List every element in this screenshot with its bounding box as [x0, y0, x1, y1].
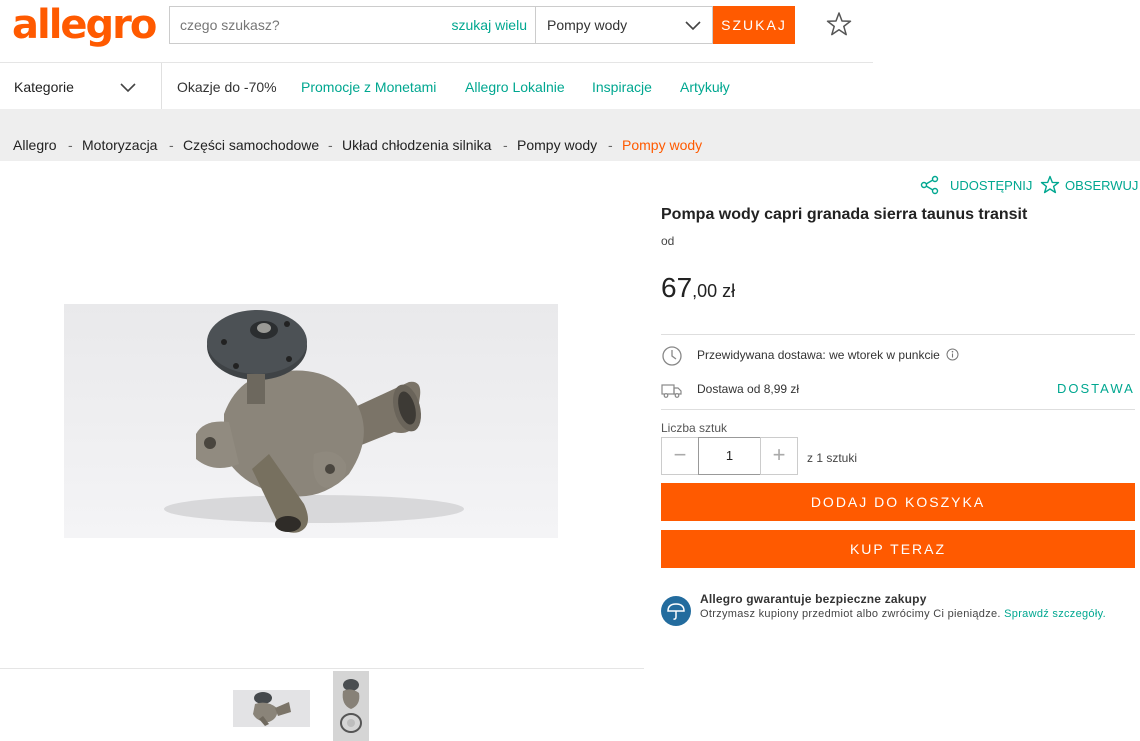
top-bar: allegro czego szukasz? szukaj wielu Pomp… [0, 0, 873, 62]
umbrella-icon [661, 596, 691, 626]
chevron-down-icon [120, 83, 136, 93]
breadcrumb-separator: - [328, 137, 333, 153]
quantity-input[interactable]: 1 [698, 437, 761, 475]
divider [661, 409, 1135, 410]
nav-link-artykuly[interactable]: Artykuły [680, 79, 730, 95]
price-fraction: ,00 zł [692, 281, 736, 301]
breadcrumb-item[interactable]: Allegro [13, 137, 57, 153]
chevron-down-icon [685, 21, 701, 31]
breadcrumb-separator: - [608, 137, 613, 153]
category-select[interactable]: Pompy wody [535, 6, 713, 44]
nav-link-promocje[interactable]: Promocje z Monetami [301, 79, 436, 95]
breadcrumb-item[interactable]: Motoryzacja [82, 137, 157, 153]
guarantee-details-link[interactable]: Sprawdź szczegóły. [1004, 608, 1106, 620]
water-pump-image [164, 310, 464, 533]
breadcrumb-item[interactable]: Układ chłodzenia silnika [342, 137, 491, 153]
allegro-logo[interactable]: allegro [12, 2, 157, 48]
nav-link-inspiracje[interactable]: Inspiracje [592, 79, 652, 95]
product-price: 67,00 zł [661, 272, 735, 304]
search-button[interactable]: SZUKAJ [713, 6, 795, 44]
watch-label: OBSERWUJ [1065, 178, 1139, 193]
quantity-available: z 1 sztuki [807, 451, 858, 465]
water-pump-thumbnail-image [253, 692, 291, 726]
delivery-estimate-label: Przewidywana dostawa: we wtorek w punkci… [697, 348, 940, 362]
product-thumbnail[interactable] [233, 690, 310, 727]
price-main: 67 [661, 272, 693, 303]
breadcrumb-separator: - [169, 137, 174, 153]
delivery-cost-text: Dostawa od 8,99 zł [697, 382, 800, 396]
quantity-increment-button[interactable]: + [760, 437, 798, 475]
add-to-cart-button[interactable]: DODAJ DO KOSZYKA [661, 483, 1135, 521]
search-input[interactable]: czego szukasz? [180, 17, 280, 33]
buy-now-button[interactable]: KUP TERAZ [661, 530, 1135, 568]
category-nav: Kategorie Okazje do -70% Promocje z Mone… [0, 62, 873, 110]
guarantee-description: Otrzymasz kupiony przedmiot albo zwrócim… [700, 608, 1001, 620]
share-icon [920, 175, 939, 195]
guarantee-text: Otrzymasz kupiony przedmiot albo zwrócim… [700, 607, 1120, 621]
quantity-label: Liczba sztuk [661, 421, 728, 435]
seller-prefix: od [661, 234, 675, 248]
product-main-photo[interactable] [64, 304, 558, 538]
breadcrumb-separator: - [503, 137, 508, 153]
gallery-divider [0, 668, 644, 669]
guarantee-title: Allegro gwarantuje bezpieczne zakupy [700, 592, 927, 606]
search-many-link[interactable]: szukaj wielu [452, 17, 527, 33]
categories-dropdown[interactable]: Kategorie [0, 63, 162, 110]
quantity-decrement-button[interactable]: − [661, 437, 699, 475]
share-label: UDOSTĘPNIJ [950, 178, 1033, 193]
product-thumbnail[interactable] [333, 671, 369, 741]
nav-link-okazje[interactable]: Okazje do -70% [177, 79, 277, 95]
search-box[interactable]: czego szukasz? szukaj wielu [169, 6, 536, 44]
categories-label: Kategorie [14, 79, 74, 95]
star-icon[interactable] [825, 10, 853, 38]
category-select-value: Pompy wody [547, 17, 628, 33]
breadcrumb-separator: - [68, 137, 73, 153]
nav-link-allegro-lokalnie[interactable]: Allegro Lokalnie [465, 79, 565, 95]
breadcrumb-item[interactable]: Pompy wody [517, 137, 597, 153]
truck-icon [661, 384, 682, 398]
water-pump-gasket-thumbnail-image [333, 671, 369, 741]
clock-icon [662, 346, 682, 366]
breadcrumb-current: Pompy wody [622, 137, 703, 153]
divider [661, 334, 1135, 335]
info-icon[interactable] [946, 348, 959, 361]
delivery-link[interactable]: DOSTAWA [1057, 381, 1135, 396]
breadcrumb-item[interactable]: Części samochodowe [183, 137, 319, 153]
star-icon [1040, 175, 1060, 194]
product-title: Pompa wody capri granada sierra taunus t… [661, 206, 1028, 223]
delivery-estimate-text: Przewidywana dostawa: we wtorek w punkci… [697, 348, 959, 362]
breadcrumb: Allegro - Motoryzacja - Części samochodo… [0, 109, 1140, 161]
